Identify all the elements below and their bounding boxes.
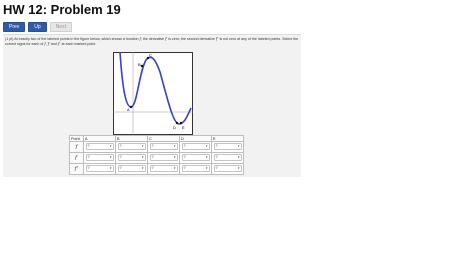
math-f-prime: f′ — [165, 37, 168, 41]
sign-select-f-b[interactable]: ? ▾ — [117, 143, 146, 150]
sign-select-fpp-c[interactable]: ? ▾ — [149, 165, 178, 172]
label-d: D — [173, 125, 176, 130]
table-row: f′ ? ▾ ? ▾ ? ▾ ? ▾ ? ▾ — [69, 152, 244, 164]
sign-select-fp-a[interactable]: ? ▾ — [85, 154, 114, 161]
graph-svg: A B C D E — [113, 51, 193, 135]
math-f-double-prime-2: f″ — [57, 42, 61, 46]
problem-text-2: , the derivative — [140, 37, 165, 41]
point-b-marker — [140, 64, 144, 68]
up-button[interactable]: Up — [28, 22, 47, 32]
row-label-f: f — [69, 141, 84, 153]
table-row: f″ ? ▾ ? ▾ ? ▾ ? ▾ ? ▾ — [69, 163, 244, 175]
sign-select-f-d[interactable]: ? ▾ — [181, 143, 210, 150]
problem-text-3: is zero; the second derivative — [168, 37, 215, 41]
label-e: E — [182, 125, 185, 130]
label-b: B — [138, 62, 141, 67]
row-label-f-double-prime: f″ — [69, 163, 84, 175]
sign-select-fpp-a[interactable]: ? ▾ — [85, 165, 114, 172]
table-row: f ? ▾ ? ▾ ? ▾ ? ▾ ? ▾ — [69, 141, 244, 153]
sign-select-fp-e[interactable]: ? ▾ — [213, 154, 242, 161]
problem-statement: (1 pt) At exactly two of the labeled poi… — [5, 37, 299, 46]
prev-button[interactable]: Prev — [3, 22, 26, 32]
problem-text-1: (1 pt) At exactly two of the labeled poi… — [5, 37, 139, 41]
sign-table: Point A B C D E f ? ▾ ? ▾ ? ▾ ? ▾ ? ▾ f′ ? ▾ ?… — [69, 135, 244, 175]
point-a-marker — [129, 105, 133, 109]
problem-text-5: at each marked point. — [61, 42, 97, 46]
math-f-double-prime: f″ — [215, 37, 219, 41]
problem-text-and: and — [50, 42, 57, 46]
math-f-2: f — [44, 42, 46, 46]
point-d-marker — [175, 121, 179, 125]
point-e-marker — [179, 121, 183, 125]
label-c: C — [149, 53, 152, 58]
sign-select-fp-d[interactable]: ? ▾ — [181, 154, 210, 161]
row-label-f-prime: f′ — [69, 152, 84, 164]
sign-select-fp-c[interactable]: ? ▾ — [149, 154, 178, 161]
sign-select-fpp-e[interactable]: ? ▾ — [213, 165, 242, 172]
sign-select-f-a[interactable]: ? ▾ — [85, 143, 114, 150]
problem-box: (1 pt) At exactly two of the labeled poi… — [3, 34, 301, 177]
sign-select-f-c[interactable]: ? ▾ — [149, 143, 178, 150]
math-f-prime-2: f′ — [47, 42, 50, 46]
sign-select-fp-b[interactable]: ? ▾ — [117, 154, 146, 161]
label-a: A — [127, 107, 130, 112]
next-button[interactable]: Next — [49, 22, 72, 32]
sign-select-fpp-b[interactable]: ? ▾ — [117, 165, 146, 172]
sign-select-fpp-d[interactable]: ? ▾ — [181, 165, 210, 172]
sign-select-f-e[interactable]: ? ▾ — [213, 143, 242, 150]
nav-buttons: Prev Up Next — [3, 22, 72, 32]
page-title: HW 12: Problem 19 — [3, 2, 121, 17]
function-graph: A B C D E — [113, 51, 193, 135]
